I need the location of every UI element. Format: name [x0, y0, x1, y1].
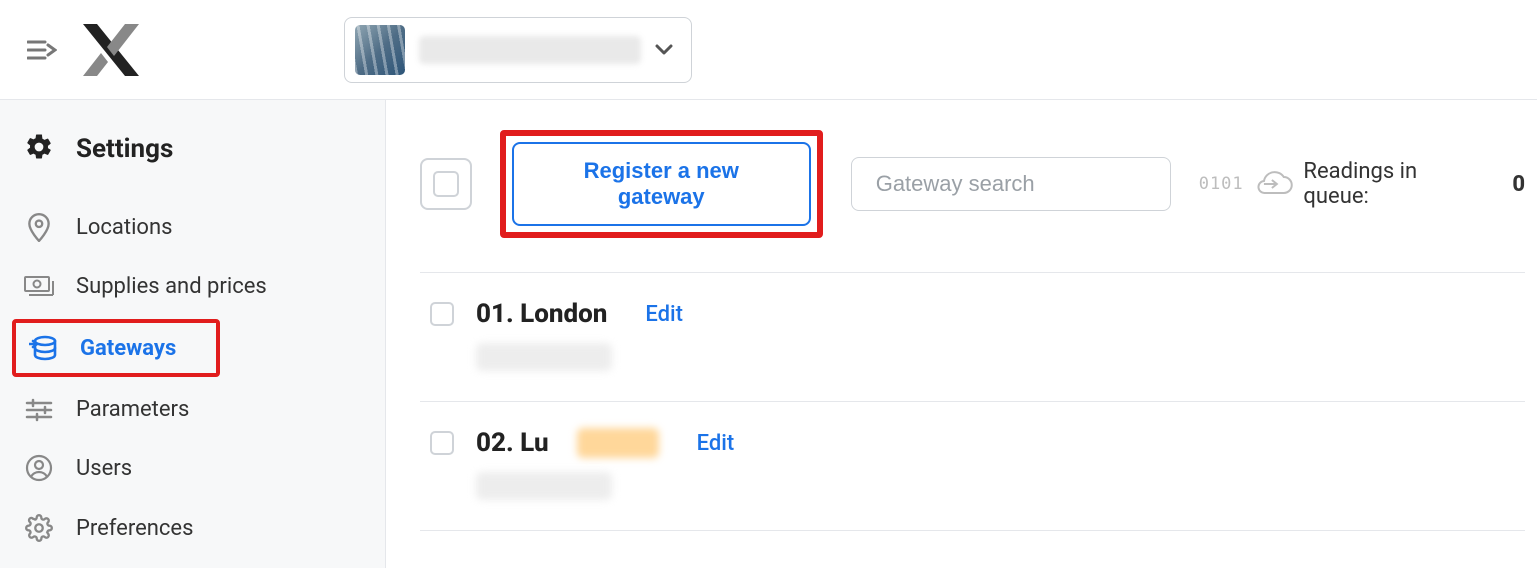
sidebar-item-gateways[interactable]: Gateways: [16, 323, 216, 373]
sidebar-item-label: Preferences: [76, 516, 193, 541]
sidebar-item-users[interactable]: Users: [0, 438, 385, 498]
gateways-toolbar: Register a new gateway 0101 Readings in …: [420, 130, 1525, 273]
gateway-subtitle-redacted: [476, 472, 612, 500]
org-name-redacted: [419, 36, 641, 64]
main-content: Register a new gateway 0101 Readings in …: [386, 100, 1537, 568]
queue-value: 0: [1512, 172, 1525, 197]
collapse-icon: [27, 38, 57, 62]
sidebar-heading: Settings: [0, 118, 385, 196]
app-header: [0, 0, 1537, 100]
sidebar-item-locations[interactable]: Locations: [0, 196, 385, 258]
gateway-edit-link[interactable]: Edit: [645, 302, 683, 327]
select-all-checkbox[interactable]: [420, 158, 472, 210]
gateway-edit-link[interactable]: Edit: [697, 431, 735, 456]
highlight-box-gateways: Gateways: [12, 319, 220, 377]
money-icon: [24, 276, 54, 298]
gateway-search-wrap[interactable]: [851, 157, 1171, 211]
queue-label: Readings in queue:: [1303, 159, 1486, 209]
app-logo: [82, 22, 140, 78]
gateway-badge-redacted: [577, 428, 659, 458]
sidebar-item-supplies[interactable]: Supplies and prices: [0, 258, 385, 315]
logo-x-icon: [83, 24, 139, 76]
sidebar-item-label: Supplies and prices: [76, 274, 267, 299]
gateway-checkbox[interactable]: [430, 431, 454, 455]
org-selector[interactable]: [344, 17, 692, 83]
queue-binary-icon: 0101: [1199, 174, 1244, 194]
sidebar-item-label: Parameters: [76, 397, 189, 422]
sliders-icon: [24, 398, 54, 422]
gear-icon: [24, 132, 54, 166]
sidebar-item-label: Users: [76, 456, 132, 481]
sidebar-heading-label: Settings: [76, 134, 173, 164]
chevron-down-icon: [655, 44, 673, 56]
sidebar-item-preferences[interactable]: Preferences: [0, 498, 385, 558]
sidebar-item-parameters[interactable]: Parameters: [0, 381, 385, 438]
gateway-search-input[interactable]: [874, 170, 1166, 198]
checkbox-box-icon: [433, 171, 459, 197]
gateway-checkbox[interactable]: [430, 302, 454, 326]
user-icon: [24, 454, 54, 482]
gateway-row: 01. London Edit: [420, 273, 1525, 402]
pin-icon: [24, 212, 54, 242]
cloud-arrow-icon: [1254, 171, 1294, 197]
sidebar-item-label: Locations: [76, 215, 172, 240]
sidebar-toggle[interactable]: [26, 34, 58, 66]
highlight-box-register: Register a new gateway: [500, 130, 823, 238]
gateway-row: 02. Lu Edit: [420, 402, 1525, 531]
gear-outline-icon: [24, 514, 54, 542]
gateway-icon: [28, 335, 58, 361]
sidebar: Settings Locations Supplies and prices G…: [0, 100, 386, 568]
sidebar-item-label: Gateways: [80, 336, 176, 361]
register-gateway-button[interactable]: Register a new gateway: [512, 142, 811, 226]
readings-queue: 0101 Readings in queue: 0: [1199, 159, 1525, 209]
gateway-subtitle-redacted: [476, 343, 612, 371]
gateway-title: 02. Lu: [476, 428, 549, 458]
gateway-title: 01. London: [476, 299, 607, 329]
org-thumbnail: [355, 25, 405, 75]
